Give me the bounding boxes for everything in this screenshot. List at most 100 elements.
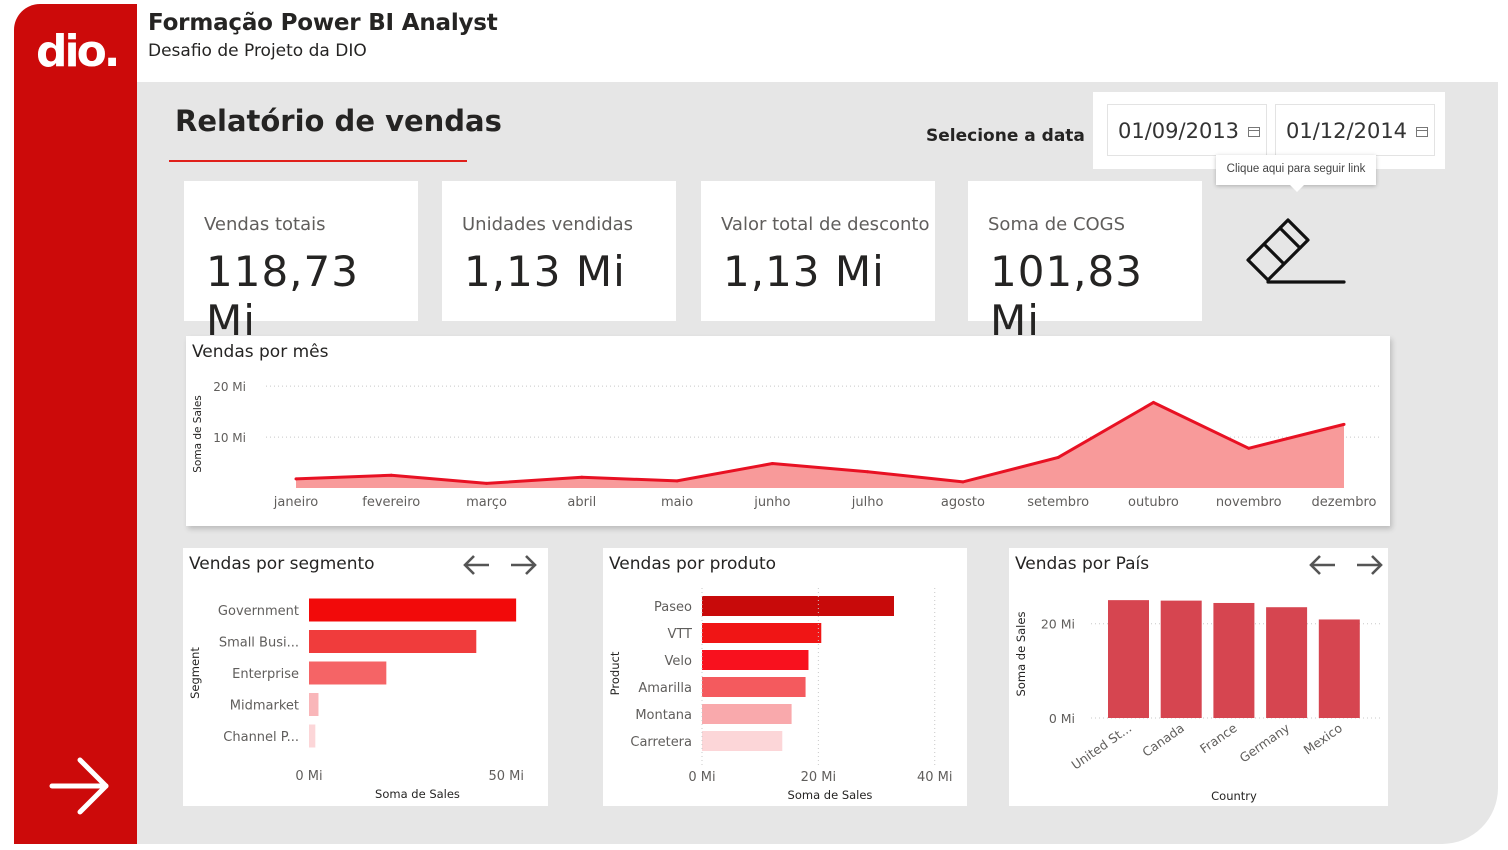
eraser-icon[interactable] [1244,214,1346,288]
area-fill [296,402,1344,488]
category-label: Midmarket [230,699,299,714]
x-axis-label: Soma de Sales [375,787,460,801]
x-tick-label: Mexico [1301,720,1345,757]
kpi-value: 1,13 Mi [723,247,885,296]
x-tick-label: Germany [1237,720,1293,766]
x-tick-label: maio [661,495,693,510]
bar [1160,600,1202,718]
start-date-value: 01/09/2013 [1118,119,1240,143]
x-tick-label: abril [567,495,596,510]
chart-vendas-por-mes[interactable]: Vendas por mês 10 Mi 20 Mi Soma de Sales ja… [186,336,1390,526]
category-label: VTT [667,627,692,642]
x-tick-label: Canada [1139,720,1187,760]
bar [702,677,806,697]
date-filter-label: Selecione a data [926,126,1085,146]
bar [1213,602,1255,718]
category-label: Velo [665,654,692,669]
title-underline [169,160,467,162]
calendar-icon[interactable] [1248,127,1260,137]
kpi-card-valor-desconto: Valor total de desconto 1,13 Mi [701,181,935,321]
column-chart-svg: 0 Mi 20 Mi Soma de Sales United St... Canada… [1014,600,1383,803]
bar [702,704,792,724]
data-point [675,479,679,483]
data-point [770,462,774,466]
x-tick-label: 20 Mi [801,770,837,785]
kpi-value: 1,13 Mi [464,247,626,296]
bar [702,623,822,643]
data-point [1151,400,1155,404]
bar [1266,607,1308,718]
x-axis-label: Country [1211,789,1257,803]
category-label: Carretera [630,735,692,750]
x-tick-label: fevereiro [362,495,420,510]
calendar-icon[interactable] [1416,127,1428,137]
data-point [1247,446,1251,450]
y-axis-label: Soma de Sales [192,395,204,473]
x-axis-label: Soma de Sales [788,788,873,802]
y-tick-label: 20 Mi [1041,617,1075,632]
bar [309,598,517,622]
category-label: Government [218,604,299,619]
y-axis-label: Product [608,651,622,695]
next-page-arrow-icon[interactable] [48,754,112,818]
bar [309,630,477,653]
bar [1108,600,1149,718]
data-point [294,477,298,481]
kpi-label: Unidades vendidas [462,214,634,235]
app-subtitle: Desafio de Projeto da DIO [148,41,367,61]
category-label: Channel P... [223,730,299,745]
kpi-label: Valor total de desconto [721,214,930,235]
dio-logo-icon: dio. [36,26,121,76]
bar-chart-svg: Paseo VTT Velo Amarilla Montana Carretera 0 Mi… [608,588,953,802]
category-label: Amarilla [638,681,692,696]
bar [309,724,316,748]
x-tick-label: agosto [941,495,985,510]
x-tick-label: 40 Mi [917,770,953,785]
x-tick-label: setembro [1027,495,1089,510]
x-tick-label: France [1197,720,1240,756]
x-tick-label: 0 Mi [295,769,322,784]
start-date-input[interactable]: 01/09/2013 [1107,104,1267,156]
app-title: Formação Power BI Analyst [148,10,498,36]
chart-vendas-por-produto[interactable]: Vendas por produto Paseo VTT Velo Amarilla M… [603,548,967,806]
kpi-label: Soma de COGS [988,214,1126,235]
x-tick-label: 50 Mi [489,769,525,784]
page-title: Relatório de vendas [175,104,502,138]
sidebar: dio. [14,4,137,844]
x-tick-label: outubro [1128,495,1179,510]
kpi-value: 101,83 Mi [990,247,1143,345]
end-date-value: 01/12/2014 [1286,119,1408,143]
line-chart-svg: 10 Mi 20 Mi Soma de Sales janeiro fevereiro m… [192,380,1382,510]
chart-vendas-por-pais[interactable]: Vendas por País 0 Mi 20 Mi Soma de Sales Un… [1009,548,1388,806]
bar [309,693,319,716]
y-axis-label: Segment [188,647,202,699]
bar [702,650,809,670]
x-tick-label: junho [753,495,790,510]
category-label: Small Busi... [219,636,299,651]
bar [702,731,783,751]
y-tick-label: 10 Mi [213,431,246,445]
logo-text: dio. [36,26,118,76]
kpi-card-unidades-vendidas: Unidades vendidas 1,13 Mi [442,181,676,321]
bar [702,596,894,616]
data-point [866,470,870,474]
chart-vendas-por-segmento[interactable]: Vendas por segmento Government Small Busi… [183,548,548,806]
y-axis-label: Soma de Sales [1014,612,1028,697]
data-point [1056,455,1060,459]
y-tick-label: 20 Mi [213,380,246,394]
data-point [580,475,584,479]
link-tooltip: Clique aqui para seguir link [1216,155,1376,192]
kpi-card-soma-cogs: Soma de COGS 101,83 Mi [968,181,1202,345]
bar-chart-svg: Government Small Busi... Enterprise Midmark… [188,598,525,801]
bar [309,661,387,685]
x-tick-label: março [466,495,507,510]
data-point [1342,422,1346,426]
end-date-input[interactable]: 01/12/2014 [1275,104,1435,156]
y-tick-label: 0 Mi [1049,711,1075,726]
category-label: Enterprise [232,667,299,682]
bar [1318,619,1360,718]
category-label: Montana [635,708,692,723]
kpi-label: Vendas totais [204,214,326,235]
data-point [485,481,489,485]
category-label: Paseo [654,600,692,615]
